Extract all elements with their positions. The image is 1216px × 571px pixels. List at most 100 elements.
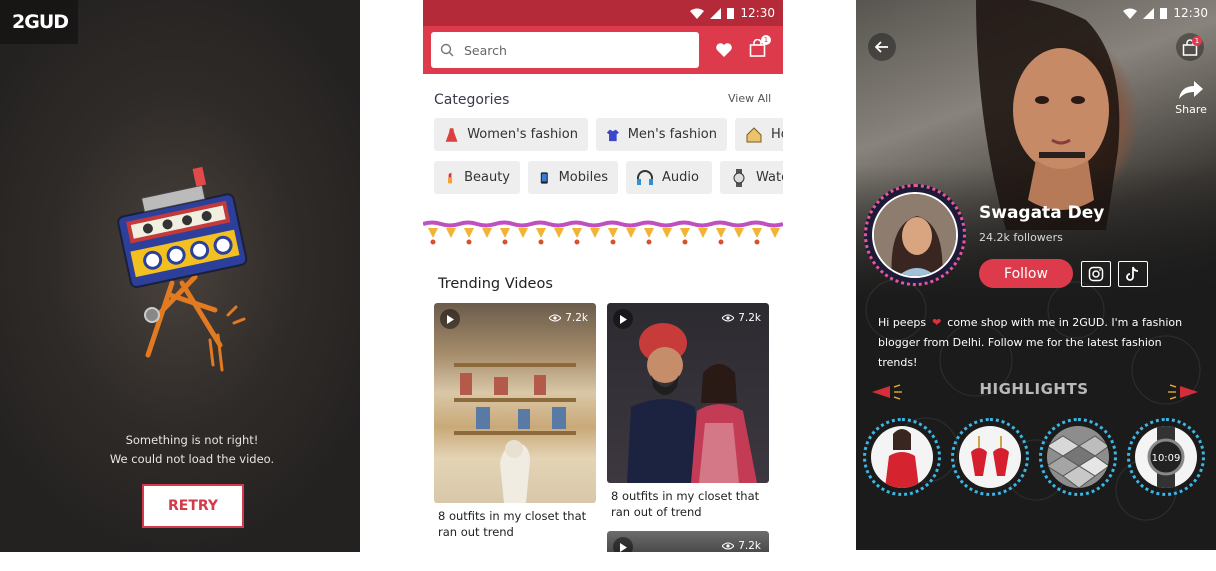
avatar-portrait bbox=[874, 194, 956, 276]
video-card[interactable]: 7.2k bbox=[607, 531, 769, 552]
back-arrow-icon bbox=[875, 41, 888, 53]
search-icon bbox=[440, 43, 454, 57]
watch-icon bbox=[733, 168, 745, 187]
headphones-icon bbox=[637, 169, 653, 185]
view-count: 7.2k bbox=[722, 312, 761, 324]
app-header: Search 1 bbox=[423, 26, 783, 74]
cart-button[interactable]: 1 bbox=[749, 35, 771, 61]
signal-icon bbox=[710, 7, 722, 19]
tiktok-button[interactable] bbox=[1118, 261, 1148, 287]
error-message-line2: We could not load the video. bbox=[109, 452, 275, 466]
search-input[interactable]: Search bbox=[431, 32, 699, 68]
dress-icon bbox=[445, 127, 458, 142]
category-row-2: Beauty Mobiles Audio Watc bbox=[434, 161, 783, 194]
category-label: Watc bbox=[756, 170, 783, 185]
category-label: Women's fashion bbox=[467, 127, 578, 142]
categories-title: Categories bbox=[434, 92, 510, 108]
category-chip-audio[interactable]: Audio bbox=[626, 161, 712, 194]
highlights-title: HIGHLIGHTS bbox=[979, 380, 1089, 398]
trending-videos-title: Trending Videos bbox=[438, 276, 553, 292]
video-thumbnail: 7.2k bbox=[607, 303, 769, 483]
category-chip-womens-fashion[interactable]: Women's fashion bbox=[434, 118, 588, 151]
follow-button[interactable]: Follow bbox=[979, 259, 1073, 288]
broken-camera-illustration bbox=[117, 166, 248, 372]
avatar bbox=[872, 192, 958, 278]
video-caption: 8 outfits in my closet that ran out tren… bbox=[438, 509, 587, 539]
highlight-thumbnail bbox=[959, 426, 1021, 488]
view-count: 7.2k bbox=[549, 312, 588, 324]
share-button[interactable]: Share bbox=[1174, 80, 1208, 116]
status-bar: 12:30 bbox=[423, 0, 783, 26]
category-chip-watches[interactable]: Watc bbox=[720, 161, 783, 194]
video-thumbnail: 7.2k bbox=[607, 531, 769, 552]
highlight-cube-pattern[interactable] bbox=[1039, 418, 1117, 496]
festive-garland-banner bbox=[423, 220, 783, 245]
view-count-value: 7.2k bbox=[738, 540, 761, 552]
category-chip-beauty[interactable]: Beauty bbox=[434, 161, 520, 194]
wifi-icon bbox=[690, 8, 705, 19]
status-time: 12:30 bbox=[1173, 6, 1208, 20]
error-message: Something is not right! We could not loa… bbox=[0, 431, 360, 469]
play-icon bbox=[613, 537, 633, 552]
tiktok-icon bbox=[1126, 266, 1139, 281]
play-icon bbox=[440, 309, 460, 329]
eye-icon bbox=[722, 542, 735, 550]
highlight-smartwatch[interactable]: 10:09 bbox=[1127, 418, 1205, 496]
cart-badge: 1 bbox=[761, 35, 771, 45]
watch-time: 10:09 bbox=[1152, 453, 1181, 464]
category-label: Mobiles bbox=[558, 170, 608, 185]
view-count: 7.2k bbox=[722, 540, 761, 552]
instagram-icon bbox=[1088, 266, 1104, 282]
shop-shelves-image bbox=[454, 363, 576, 503]
highlight-thumbnail bbox=[1047, 426, 1109, 488]
category-label: Audio bbox=[662, 170, 699, 185]
phone-icon bbox=[540, 171, 548, 184]
category-label: Beauty bbox=[464, 170, 510, 185]
view-all-link[interactable]: View All bbox=[728, 92, 771, 105]
couple-portrait-image bbox=[627, 323, 757, 483]
back-button[interactable] bbox=[868, 33, 896, 61]
eye-icon bbox=[549, 314, 562, 322]
video-card[interactable]: 7.2k 8 outfits in my closet that ran out… bbox=[434, 303, 596, 540]
share-arrow-icon bbox=[1179, 81, 1203, 99]
lipstick-icon bbox=[448, 172, 453, 183]
play-icon bbox=[613, 309, 633, 329]
wifi-icon bbox=[1123, 8, 1138, 19]
video-card[interactable]: 7.2k 8 outfits in my closet that ran out… bbox=[607, 303, 769, 520]
brand-logo: 2GUD bbox=[0, 0, 78, 44]
retry-button[interactable]: RETRY bbox=[142, 484, 244, 528]
category-chip-mens-fashion[interactable]: Men's fashion bbox=[596, 118, 727, 151]
background-pattern bbox=[865, 279, 1201, 521]
cart-button[interactable]: 1 bbox=[1176, 33, 1204, 61]
profile-bio: Hi peeps ❤ come shop with me in 2GUD. I'm … bbox=[878, 313, 1198, 373]
signal-icon bbox=[1143, 7, 1155, 19]
share-label: Share bbox=[1175, 103, 1207, 116]
profile-avatar-frame bbox=[864, 184, 966, 286]
highlight-thumbnail bbox=[871, 426, 933, 488]
highlight-thumbnail: 10:09 bbox=[1135, 426, 1197, 488]
category-label: Men's fashion bbox=[627, 127, 717, 142]
view-count-value: 7.2k bbox=[565, 312, 588, 324]
battery-icon bbox=[727, 8, 735, 19]
category-chip-home[interactable]: Ho bbox=[735, 118, 783, 151]
status-bar: 12:30 bbox=[1123, 6, 1208, 20]
wishlist-heart-icon[interactable] bbox=[715, 42, 733, 58]
category-chip-mobiles[interactable]: Mobiles bbox=[528, 161, 618, 194]
view-count-value: 7.2k bbox=[738, 312, 761, 324]
search-placeholder: Search bbox=[464, 42, 507, 58]
bio-greeting: Hi peeps bbox=[878, 316, 927, 329]
profile-name: Swagata Dey bbox=[979, 203, 1105, 223]
battery-icon bbox=[1160, 8, 1168, 19]
highlight-red-top[interactable] bbox=[863, 418, 941, 496]
category-row-1: Women's fashion Men's fashion Ho bbox=[434, 118, 783, 151]
cart-badge: 1 bbox=[1192, 36, 1202, 46]
influencer-profile-screen: 12:30 1 Share Swagata Dey 24.2k follower… bbox=[856, 0, 1216, 550]
megaphone-right-icon bbox=[1168, 384, 1198, 400]
shirt-icon bbox=[606, 129, 619, 141]
highlight-red-earrings[interactable] bbox=[951, 418, 1029, 496]
instagram-button[interactable] bbox=[1081, 261, 1111, 287]
status-time: 12:30 bbox=[740, 6, 775, 20]
follower-count: 24.2k followers bbox=[979, 231, 1063, 244]
eye-icon bbox=[722, 314, 735, 322]
home-icon bbox=[746, 126, 762, 142]
